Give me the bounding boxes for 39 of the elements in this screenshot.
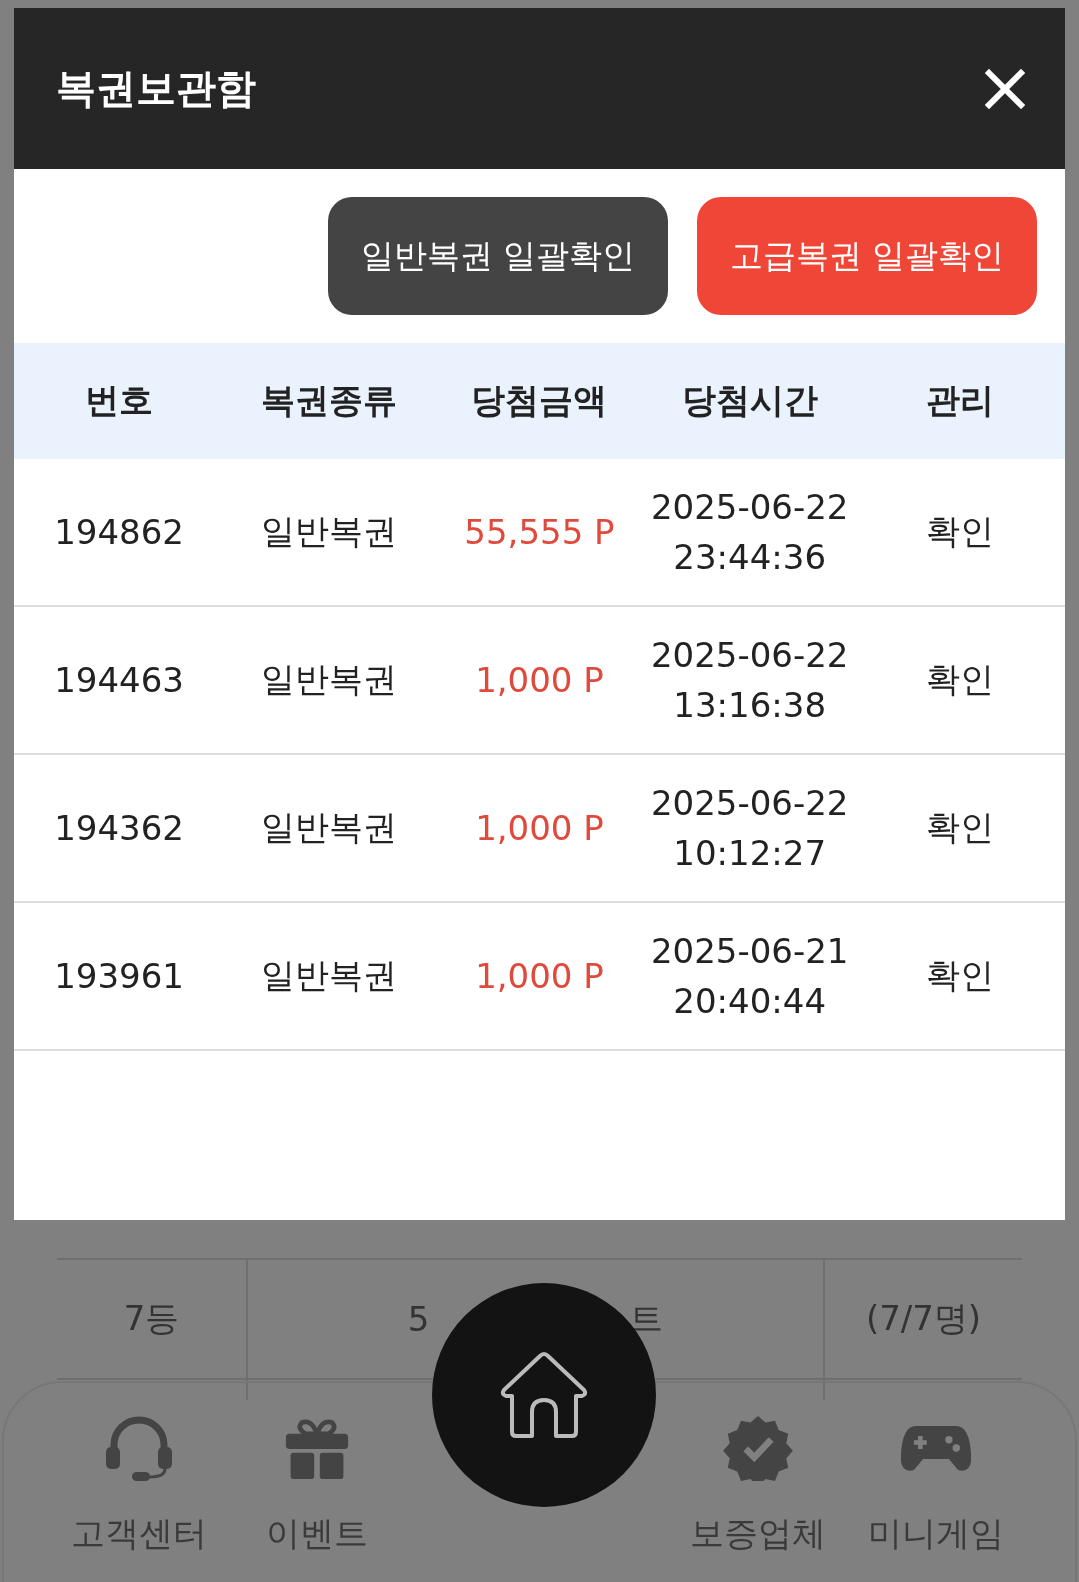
table-cell-text: 일반복권 [261,510,398,553]
column-header: 번호 [85,379,154,422]
table-cell-text: 일반복권 [261,954,398,997]
table-cell: 5 [407,1299,430,1339]
dialog-title: 복권보관함 [56,64,256,113]
table-cell: 55,555 P [464,512,615,552]
close-icon[interactable] [985,68,1025,109]
confirm-link[interactable]: 확인 [925,953,994,999]
time-text: 23:44:36 [673,537,827,577]
column-header: 당첨금액 [471,379,608,422]
column-header: 관리 [925,379,994,422]
table-cell: 1,000 P [475,956,604,996]
confirm-link[interactable]: 확인 [925,657,994,703]
date-text: 2025-06-22 [650,783,849,823]
confirm-link[interactable]: 확인 [925,805,994,851]
verified-badge-icon[interactable] [723,1415,793,1481]
table-cell: 193961 [54,956,184,996]
table-cell: 194862 [54,512,184,552]
table-cell: 1,000 P [475,660,604,700]
headset-icon[interactable] [104,1415,174,1481]
time-text: 20:40:44 [673,981,827,1021]
table-cell-text: 7등 [123,1297,180,1340]
confirm-all-button[interactable]: 일반복권 일괄확인 [328,197,668,315]
table-cell-text: 트 [629,1297,664,1340]
table-cell: 1,000 P [475,808,604,848]
table-cell-text: (7/7명) [865,1297,982,1340]
column-header: 복권종류 [261,379,398,422]
table-cell: 194362 [54,808,184,848]
premium-confirm-button[interactable]: 고급복권 일괄확인 [697,197,1037,315]
date-text: 2025-06-21 [650,931,849,971]
column-header: 당첨시간 [681,379,818,422]
time-text: 10:12:27 [673,833,827,873]
table-cell: 194463 [54,660,184,700]
table-cell-text: 일반복권 [261,658,398,701]
date-text: 2025-06-22 [650,487,849,527]
table-cell-text: 일반복권 [261,806,398,849]
time-text: 13:16:38 [673,685,827,725]
date-text: 2025-06-22 [650,635,849,675]
confirm-link[interactable]: 확인 [925,509,994,555]
